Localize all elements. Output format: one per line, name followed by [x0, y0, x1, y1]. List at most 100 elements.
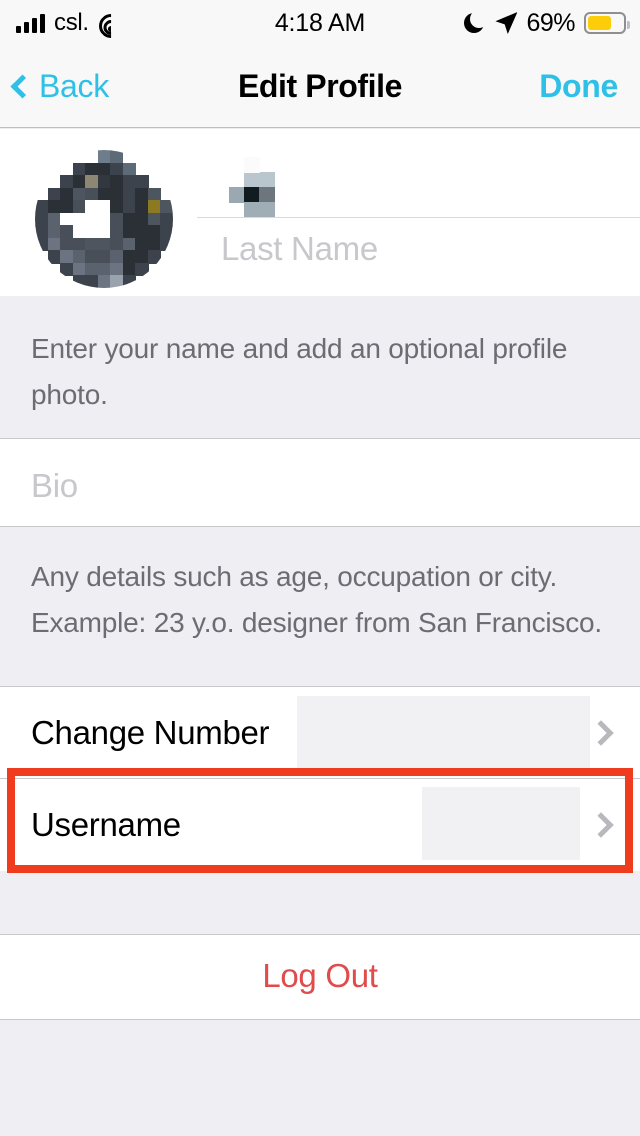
avatar-pixel	[97, 212, 111, 226]
chevron-right-icon	[588, 811, 614, 838]
logout-button[interactable]: Log Out	[0, 957, 640, 995]
avatar-pixel	[72, 175, 86, 189]
avatar-pixel	[60, 225, 74, 239]
avatar-pixel	[72, 212, 86, 226]
redaction-pixel	[244, 187, 260, 203]
settings-rows-section: Change Number Username	[0, 687, 640, 871]
avatar-pixel	[97, 225, 111, 239]
avatar-pixel	[97, 275, 111, 288]
avatar-pixel	[110, 237, 124, 251]
avatar-pixel	[85, 175, 99, 189]
avatar-pixel	[47, 225, 61, 239]
avatar-pixel	[122, 237, 136, 251]
avatar-pixel	[122, 275, 136, 288]
avatar-pixel	[85, 187, 99, 201]
avatar-pixel	[60, 200, 74, 214]
redaction-pixel	[259, 202, 275, 218]
row-username-label: Username	[31, 805, 181, 843]
avatar-pixel	[85, 212, 99, 226]
logout-section: Log Out	[0, 935, 640, 1020]
last-name-input[interactable]: Last Name	[221, 230, 378, 268]
chevron-left-icon	[10, 74, 35, 99]
bio-input[interactable]: Bio	[31, 467, 78, 505]
avatar-pixel	[135, 250, 149, 264]
avatar[interactable]	[35, 150, 173, 288]
row-username[interactable]: Username	[0, 779, 640, 870]
bio-hint-text: Any details such as age, occupation or c…	[31, 561, 602, 638]
avatar-pixel	[47, 187, 61, 201]
avatar-pixel	[72, 187, 86, 201]
bio-section: Bio	[0, 439, 640, 527]
name-section: Last Name	[0, 129, 640, 296]
avatar-pixel	[135, 225, 149, 239]
row-change-number-value	[297, 696, 590, 769]
avatar-pixel	[147, 250, 162, 264]
name-hint-text: Enter your name and add an optional prof…	[31, 333, 568, 410]
bio-hint-section: Any details such as age, occupation or c…	[0, 527, 640, 687]
row-change-number-label: Change Number	[31, 713, 270, 751]
avatar-pixel	[110, 275, 124, 288]
avatar-pixel	[60, 250, 74, 264]
battery-percent-label: 69%	[526, 8, 575, 37]
row-username-value	[422, 787, 580, 860]
avatar-pixel	[97, 150, 111, 164]
page-title: Edit Profile	[237, 68, 403, 104]
avatar-pixel	[110, 175, 124, 189]
first-name-input[interactable]	[229, 157, 275, 218]
avatar-pixel	[135, 212, 149, 226]
avatar-pixel	[160, 237, 173, 251]
avatar-pixel	[97, 250, 111, 264]
avatar-pixel	[147, 237, 162, 251]
avatar-pixel	[135, 262, 149, 277]
avatar-pixel	[72, 262, 86, 277]
avatar-pixel	[35, 200, 49, 214]
avatar-pixel	[97, 262, 111, 277]
avatar-pixel	[135, 187, 149, 201]
avatar-pixel	[97, 162, 111, 176]
avatar-pixel	[122, 262, 136, 277]
avatar-pixel	[72, 250, 86, 264]
avatar-pixel	[147, 212, 162, 226]
chevron-right-icon	[588, 719, 614, 746]
avatar-pixel	[160, 200, 173, 214]
redaction-pixel	[229, 187, 245, 203]
avatar-pixel	[147, 187, 162, 201]
row-change-number[interactable]: Change Number	[0, 687, 640, 778]
avatar-pixel	[122, 200, 136, 214]
avatar-pixel	[147, 225, 162, 239]
redaction-pixel	[244, 172, 260, 188]
avatar-pixel	[110, 225, 124, 239]
redaction-pixel	[259, 187, 275, 203]
back-button[interactable]: Back	[10, 68, 109, 105]
avatar-pixel	[72, 225, 86, 239]
avatar-pixel	[60, 175, 74, 189]
avatar-pixel	[147, 200, 162, 214]
avatar-pixel	[85, 200, 99, 214]
avatar-pixel	[110, 200, 124, 214]
location-arrow-icon	[495, 12, 518, 34]
avatar-pixel	[110, 150, 124, 164]
avatar-pixel	[160, 225, 173, 239]
avatar-pixel	[110, 212, 124, 226]
logout-spacer	[0, 871, 640, 935]
avatar-pixel	[122, 212, 136, 226]
avatar-pixel	[122, 225, 136, 239]
redaction-pixel	[244, 157, 260, 173]
avatar-pixel	[122, 175, 136, 189]
avatar-pixel	[60, 187, 74, 201]
clock-label: 4:18 AM	[274, 8, 366, 37]
name-fields: Last Name	[197, 129, 640, 296]
avatar-pixel	[110, 262, 124, 277]
avatar-pixel	[97, 175, 111, 189]
avatar-pixel	[85, 237, 99, 251]
redaction-pixel	[244, 202, 260, 218]
avatar-pixel	[60, 237, 74, 251]
avatar-pixel	[35, 237, 49, 251]
done-button[interactable]: Done	[539, 68, 618, 105]
avatar-pixel	[85, 262, 99, 277]
avatar-pixel	[60, 262, 74, 277]
do-not-disturb-moon-icon	[464, 12, 487, 34]
avatar-pixel	[72, 162, 86, 176]
avatar-pixel	[47, 212, 61, 226]
avatar-pixel	[110, 187, 124, 201]
